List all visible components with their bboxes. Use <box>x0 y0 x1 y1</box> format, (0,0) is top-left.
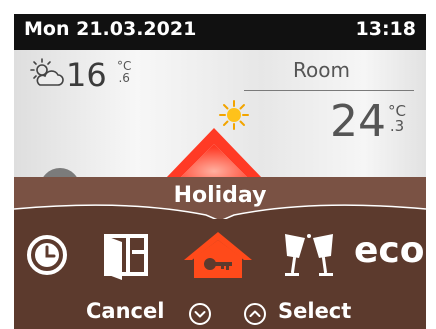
eco-mode[interactable]: eco <box>354 230 425 271</box>
menu-header: Holiday <box>14 177 426 219</box>
outside-temperature-unit: °C .6 <box>117 60 131 84</box>
clock-icon[interactable] <box>26 230 68 280</box>
holiday-house-key-icon[interactable] <box>178 230 258 280</box>
status-date: Mon 21.03.2021 <box>24 18 197 40</box>
room-temperature: 24 <box>330 96 386 147</box>
heating-controller-screen: Mon 21.03.2021 13:18 16 °C .6 Room 24 °C… <box>0 0 436 329</box>
chevron-up-circle-icon[interactable] <box>243 302 267 326</box>
mode-row: eco <box>14 224 426 286</box>
menu-title: Holiday <box>173 183 267 208</box>
room-decimal: .3 <box>389 117 405 135</box>
outside-decimal: .6 <box>118 71 130 85</box>
room-label: Room <box>293 58 350 82</box>
status-bar: Mon 21.03.2021 13:18 <box>14 14 426 50</box>
select-button[interactable]: Select <box>278 299 351 323</box>
status-time: 13:18 <box>355 18 416 40</box>
house-roof-icon <box>166 128 262 177</box>
room-temperature-unit: °C .3 <box>388 104 406 134</box>
outside-temperature: 16 <box>66 56 107 94</box>
mode-menu: Holiday eco Cancel Select <box>14 177 426 329</box>
party-glasses-icon[interactable] <box>281 230 337 280</box>
chevron-down-circle-icon[interactable] <box>188 302 212 326</box>
room-divider <box>244 90 414 91</box>
weather-panel: 16 °C .6 Room 24 °C .3 <box>14 50 426 177</box>
sun-cloud-icon <box>30 58 64 86</box>
round-button <box>40 168 80 177</box>
bottom-bar: Cancel Select <box>14 293 426 329</box>
cancel-button[interactable]: Cancel <box>86 299 164 323</box>
window-icon[interactable] <box>104 230 148 280</box>
